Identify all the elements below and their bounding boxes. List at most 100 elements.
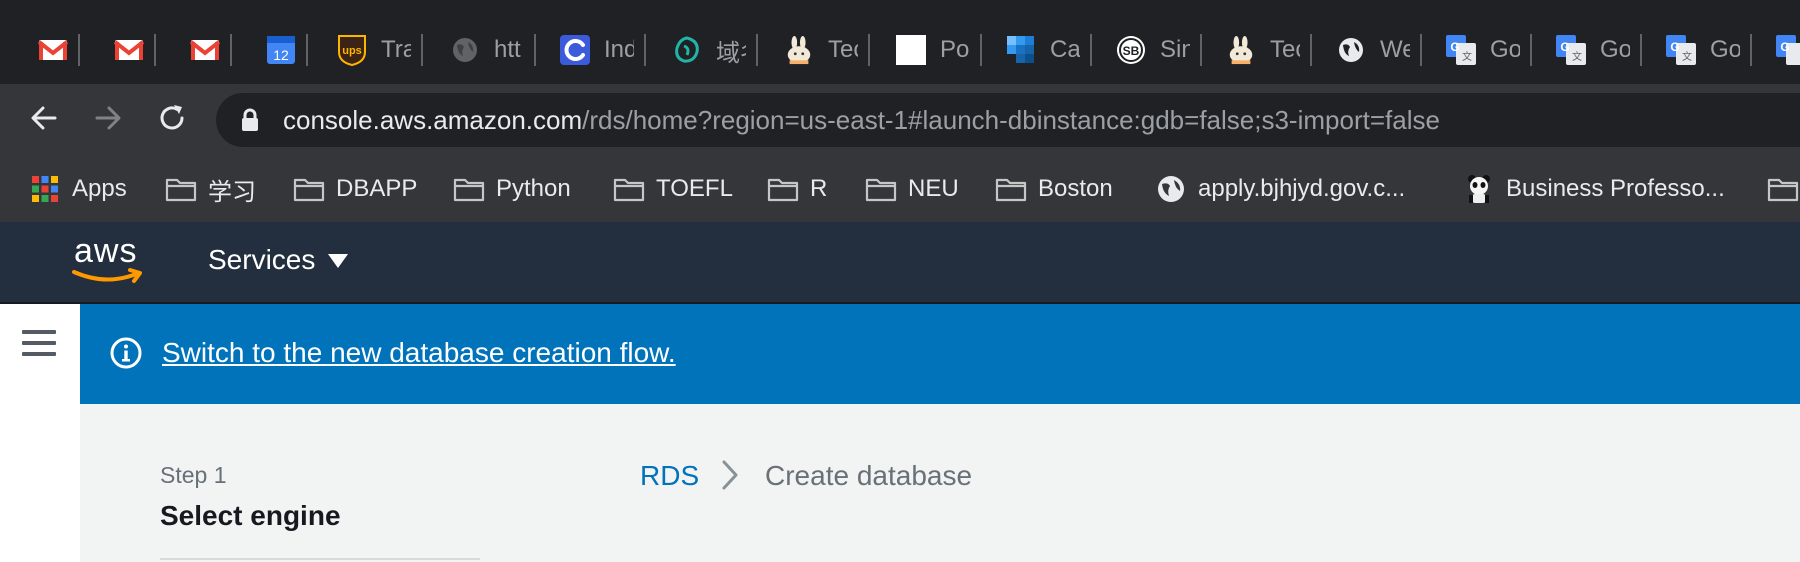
tab-separator [306,34,308,66]
rabbit-icon [784,35,814,65]
aws-logo[interactable]: aws [70,232,146,288]
bookmark-label: TOEFL [656,175,733,202]
globe-icon [450,35,480,65]
browser-tab[interactable]: We [1336,30,1422,70]
browser-tab[interactable] [38,30,80,70]
gmail-icon [38,35,68,65]
browser-tab-strip: 12 ups Tra htt Ind 域名 Tec [0,0,1800,84]
browser-tab[interactable]: SB Sin [1116,30,1202,70]
blank-page-icon [896,35,926,65]
browser-tab[interactable]: Ind [560,30,646,70]
tab-separator [1310,34,1312,66]
folder-icon [612,174,646,204]
translate-badge-text: G [1670,40,1679,54]
gmail-icon [190,35,220,65]
tab-separator [1530,34,1532,66]
bookmark-folder[interactable]: NEU [864,172,959,206]
bookmark-folder[interactable]: TOEFL [612,172,733,206]
hamburger-menu-icon[interactable] [22,330,56,364]
chevron-right-icon [716,458,744,492]
translate-icon: G文 [1446,35,1476,65]
info-icon [110,337,142,369]
tab-separator [644,34,646,66]
sb-icon: SB [1116,35,1146,65]
browser-tab[interactable]: G文 Go [1556,30,1642,70]
globe-icon [1336,35,1366,65]
bookmark-site[interactable]: apply.bjhjyd.gov.c... [1154,172,1405,206]
browser-tab[interactable] [190,30,232,70]
new-creation-flow-link[interactable]: Switch to the new database creation flow… [162,337,676,369]
ups-icon: ups [337,35,367,66]
browser-tab[interactable]: ups Tra [337,30,423,70]
reload-button[interactable] [150,98,194,142]
calendar-day: 12 [273,47,289,63]
url-path: /rds/home?region=us-east-1#launch-dbinst… [582,105,1440,135]
bookmark-apps[interactable]: Apps [28,172,127,206]
services-menu-button[interactable]: Services [208,244,349,276]
translate-icon: G文 [1666,35,1696,65]
back-button[interactable] [22,98,66,142]
tab-title: htt [494,36,521,63]
svg-text:文: 文 [1682,50,1692,63]
browser-tab[interactable]: Ca [1006,30,1092,70]
browser-tab[interactable]: Tec [1226,30,1312,70]
panda-icon [1462,174,1496,204]
tab-title: Ca [1050,36,1080,63]
bookmark-folder[interactable]: DBAPP [292,172,417,206]
tab-separator [230,34,232,66]
browser-tab[interactable]: G文 Go [1666,30,1752,70]
browser-tab[interactable]: Po [896,30,982,70]
bookmark-folder[interactable]: Python [452,172,571,206]
tab-separator [534,34,536,66]
tab-title: We [1380,36,1410,63]
tab-separator [1640,34,1642,66]
tab-separator [1750,34,1752,66]
browser-tab[interactable]: Tec [784,30,870,70]
wizard-step-name[interactable]: Select engine [160,500,341,532]
globe-icon [1154,174,1188,204]
mosaic-icon [1006,35,1036,65]
aws-console-header: aws Services [0,222,1800,304]
bookmarks-bar: Apps 学习 DBAPP Python TOEFL R NEU Boston … [0,156,1800,223]
bookmark-label: apply.bjhjyd.gov.c... [1198,175,1406,202]
browser-tab[interactable] [114,30,156,70]
bookmark-label: DBAPP [336,175,418,202]
browser-tab[interactable]: G [1776,30,1800,70]
browser-tab[interactable]: 12 [266,30,308,70]
tab-separator [78,34,80,66]
ups-badge-text: ups [342,45,362,57]
tab-separator [154,34,156,66]
bookmark-folder[interactable] [1766,172,1800,206]
reload-icon [157,103,187,138]
bookmark-folder[interactable]: Boston [994,172,1113,206]
translate-icon: G文 [1556,35,1586,65]
breadcrumb-rds-link[interactable]: RDS [640,460,699,492]
forward-arrow-icon [93,103,123,138]
bookmark-label: Boston [1038,175,1113,202]
tab-title: Go [1490,36,1520,63]
browser-tab[interactable]: G文 Go [1446,30,1532,70]
info-flash-banner: Switch to the new database creation flow… [80,304,1800,404]
step-divider [160,558,480,560]
tab-separator [1090,34,1092,66]
breadcrumb-current: Create database [765,460,973,491]
svg-text:文: 文 [1462,50,1472,63]
browser-tab[interactable]: htt [450,30,536,70]
back-arrow-icon [29,103,59,138]
gmail-icon [114,35,144,65]
folder-icon [1766,174,1800,204]
caret-down-icon [327,244,349,276]
tab-title: Po [940,36,970,63]
folder-icon [994,174,1028,204]
bookmark-label: Apps [72,175,127,202]
rabbit-icon [1226,35,1256,65]
bookmark-site[interactable]: Business Professo... [1462,172,1725,206]
folder-icon [292,174,326,204]
translate-badge-text: G [1560,40,1569,54]
forward-button[interactable] [86,98,130,142]
bookmark-label: Python [496,175,571,202]
browser-tab[interactable]: 域名 [672,30,758,70]
address-bar[interactable]: console.aws.amazon.com/rds/home?region=u… [216,93,1800,147]
bookmark-folder[interactable]: R [766,172,827,206]
bookmark-folder[interactable]: 学习 [164,172,256,206]
